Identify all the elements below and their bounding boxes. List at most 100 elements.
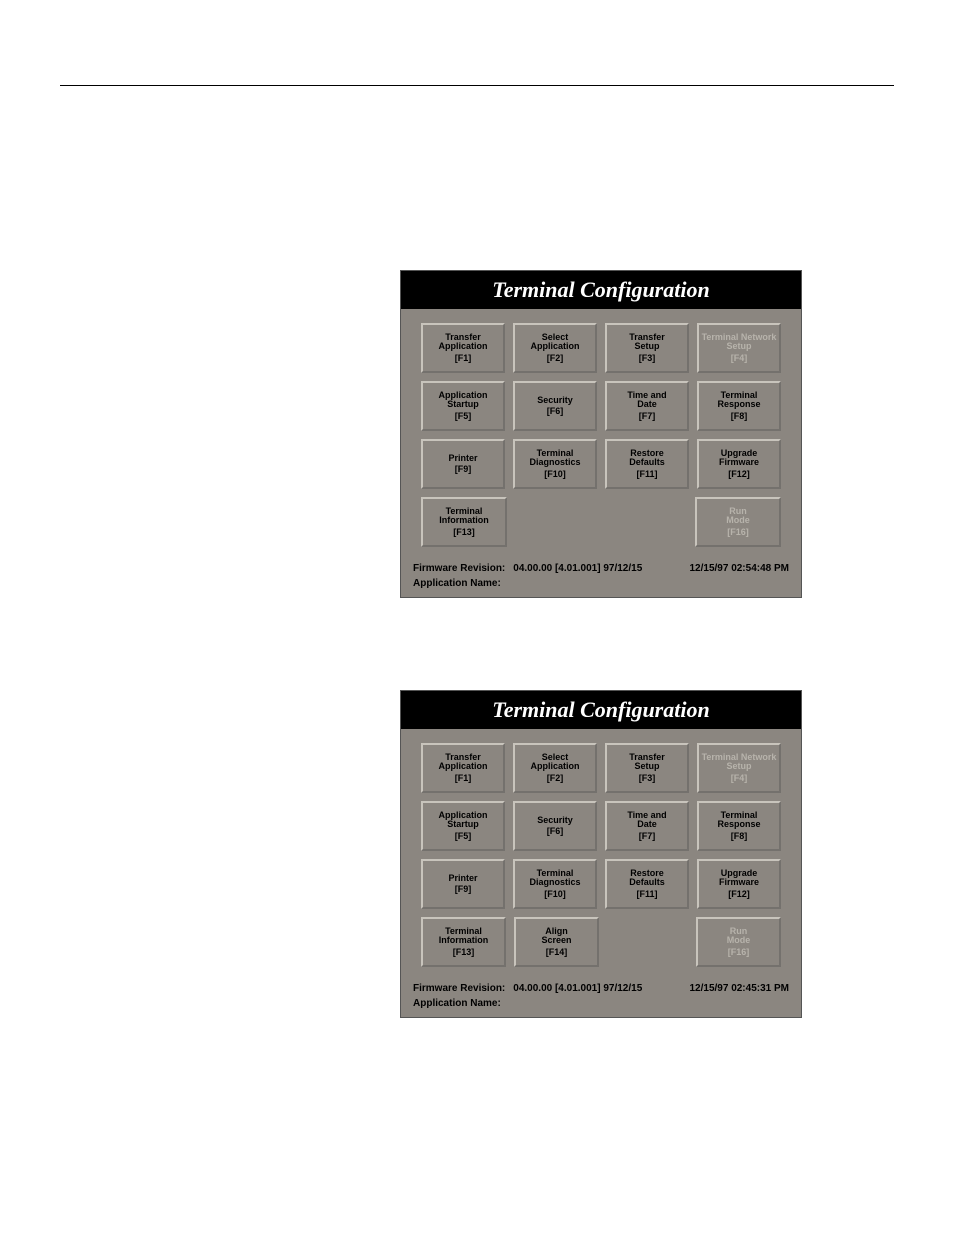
button-key: [F4] bbox=[731, 354, 748, 363]
panel-title: Terminal Configuration bbox=[401, 691, 801, 729]
fw-value: 04.00.00 [4.01.001] 97/12/15 bbox=[513, 983, 642, 994]
button-key: [F7] bbox=[639, 832, 656, 841]
figure-2-wrap: Terminal Configuration TransferApplicati… bbox=[400, 690, 800, 1018]
application-startup-button[interactable]: ApplicationStartup[F5] bbox=[421, 381, 505, 431]
button-key: [F13] bbox=[453, 528, 475, 537]
timestamp: 12/15/97 02:45:31 PM bbox=[689, 983, 789, 994]
terminal-network-setup-button: Terminal NetworkSetup[F4] bbox=[697, 743, 781, 793]
printer-button[interactable]: Printer[F9] bbox=[421, 859, 505, 909]
terminal-response-button[interactable]: TerminalResponse[F8] bbox=[697, 801, 781, 851]
transfer-application-button[interactable]: TransferApplication[F1] bbox=[421, 323, 505, 373]
empty-slot bbox=[607, 917, 688, 963]
app-label: Application Name: bbox=[413, 998, 501, 1009]
fw-label: Firmware Revision: bbox=[413, 983, 505, 994]
button-label-line2: Date bbox=[637, 400, 657, 409]
printer-button[interactable]: Printer [F9] bbox=[421, 439, 505, 489]
button-key: [F14] bbox=[546, 948, 568, 957]
button-row: TransferApplication[F1]SelectApplication… bbox=[421, 323, 781, 373]
button-label-line2: Application bbox=[439, 342, 488, 351]
terminal-diagnostics-button[interactable]: TerminalDiagnostics[F10] bbox=[513, 859, 597, 909]
button-label-line2: Response bbox=[717, 400, 760, 409]
button-key: [F10] bbox=[544, 470, 566, 479]
time-and-date-button[interactable]: Time andDate[F7] bbox=[605, 381, 689, 431]
button-label-line2: Firmware bbox=[719, 458, 759, 467]
button-label-line2: Defaults bbox=[629, 878, 665, 887]
button-key: [F7] bbox=[639, 412, 656, 421]
button-label-line2: Startup bbox=[447, 400, 479, 409]
button-key: [F13] bbox=[453, 948, 475, 957]
panel-title: Terminal Configuration bbox=[401, 271, 801, 309]
upgrade-firmware-button[interactable]: UpgradeFirmware[F12] bbox=[697, 439, 781, 489]
terminal-diagnostics-button[interactable]: TerminalDiagnostics[F10] bbox=[513, 439, 597, 489]
button-row: TerminalInformation[F13]AlignScreen[F14]… bbox=[421, 917, 781, 967]
button-key: [F9] bbox=[455, 465, 472, 474]
button-row: ApplicationStartup[F5]Security[F6]Time a… bbox=[421, 381, 781, 431]
upgrade-firmware-button[interactable]: UpgradeFirmware[F12] bbox=[697, 859, 781, 909]
terminal-response-button[interactable]: TerminalResponse[F8] bbox=[697, 381, 781, 431]
firmware-line: Firmware Revision: 04.00.00 [4.01.001] 9… bbox=[401, 981, 801, 996]
button-key: [F2] bbox=[547, 774, 564, 783]
button-key: [F16] bbox=[727, 528, 749, 537]
application-startup-button[interactable]: ApplicationStartup[F5] bbox=[421, 801, 505, 851]
terminal-config-panel-1: Terminal Configuration TransferApplicati… bbox=[400, 270, 802, 598]
transfer-setup-button[interactable]: TransferSetup[F3] bbox=[605, 743, 689, 793]
app-label: Application Name: bbox=[413, 578, 501, 589]
select-application-button[interactable]: SelectApplication[F2] bbox=[513, 323, 597, 373]
fw-label: Firmware Revision: bbox=[413, 563, 505, 574]
button-label-line2: Application bbox=[531, 762, 580, 771]
button-label-line2: Date bbox=[637, 820, 657, 829]
button-label-line2: Defaults bbox=[629, 458, 665, 467]
button-key: [F6] bbox=[547, 827, 564, 836]
button-label-line2: Screen bbox=[541, 936, 571, 945]
button-label-line2: Setup bbox=[726, 762, 751, 771]
button-row: TerminalInformation[F13]RunMode[F16] bbox=[421, 497, 781, 547]
fw-value: 04.00.00 [4.01.001] 97/12/15 bbox=[513, 563, 642, 574]
button-label-line2: Information bbox=[439, 516, 489, 525]
restore-defaults-button[interactable]: RestoreDefaults[F11] bbox=[605, 859, 689, 909]
app-name-line: Application Name: bbox=[401, 996, 801, 1017]
empty-slot bbox=[605, 497, 687, 543]
restore-defaults-button[interactable]: RestoreDefaults[F11] bbox=[605, 439, 689, 489]
button-key: [F11] bbox=[636, 470, 657, 479]
button-key: [F12] bbox=[728, 470, 750, 479]
app-name-line: Application Name: bbox=[401, 576, 801, 597]
transfer-setup-button[interactable]: TransferSetup[F3] bbox=[605, 323, 689, 373]
button-label-line2: Application bbox=[439, 762, 488, 771]
button-key: [F5] bbox=[455, 832, 472, 841]
button-label-line1: Security bbox=[537, 816, 573, 825]
figure-1-wrap: Terminal Configuration TransferApplicati… bbox=[400, 270, 800, 598]
button-label-line2: Setup bbox=[634, 342, 659, 351]
button-key: [F16] bbox=[728, 948, 750, 957]
button-row: Printer[F9]TerminalDiagnostics[F10]Resto… bbox=[421, 859, 781, 909]
button-key: [F10] bbox=[544, 890, 566, 899]
button-row: TransferApplication[F1]SelectApplication… bbox=[421, 743, 781, 793]
button-key: [F1] bbox=[455, 354, 472, 363]
button-key: [F8] bbox=[731, 412, 748, 421]
button-key: [F6] bbox=[547, 407, 564, 416]
button-key: [F5] bbox=[455, 412, 472, 421]
security-button[interactable]: Security [F6] bbox=[513, 801, 597, 851]
button-label-line1: Printer bbox=[448, 874, 477, 883]
button-label-line2: Startup bbox=[447, 820, 479, 829]
button-grid: TransferApplication[F1]SelectApplication… bbox=[401, 729, 801, 981]
button-key: [F11] bbox=[636, 890, 657, 899]
button-key: [F4] bbox=[731, 774, 748, 783]
time-and-date-button[interactable]: Time andDate[F7] bbox=[605, 801, 689, 851]
button-label-line1: Printer bbox=[448, 454, 477, 463]
button-label-line2: Response bbox=[717, 820, 760, 829]
run-mode-button: RunMode[F16] bbox=[696, 917, 781, 967]
page-divider bbox=[60, 85, 894, 86]
align-screen-button[interactable]: AlignScreen[F14] bbox=[514, 917, 599, 967]
security-button[interactable]: Security[F6] bbox=[513, 381, 597, 431]
button-row: ApplicationStartup[F5]Security[F6]Time a… bbox=[421, 801, 781, 851]
select-application-button[interactable]: SelectApplication[F2] bbox=[513, 743, 597, 793]
button-key: [F12] bbox=[728, 890, 750, 899]
button-label-line2: Setup bbox=[634, 762, 659, 771]
terminal-network-setup-button: Terminal NetworkSetup[F4] bbox=[697, 323, 781, 373]
button-key: [F3] bbox=[639, 354, 656, 363]
transfer-application-button[interactable]: TransferApplication[F1] bbox=[421, 743, 505, 793]
button-label-line2: Application bbox=[531, 342, 580, 351]
button-key: [F8] bbox=[731, 832, 748, 841]
terminal-information-button[interactable]: TerminalInformation[F13] bbox=[421, 497, 507, 547]
terminal-information-button[interactable]: TerminalInformation[F13] bbox=[421, 917, 506, 967]
